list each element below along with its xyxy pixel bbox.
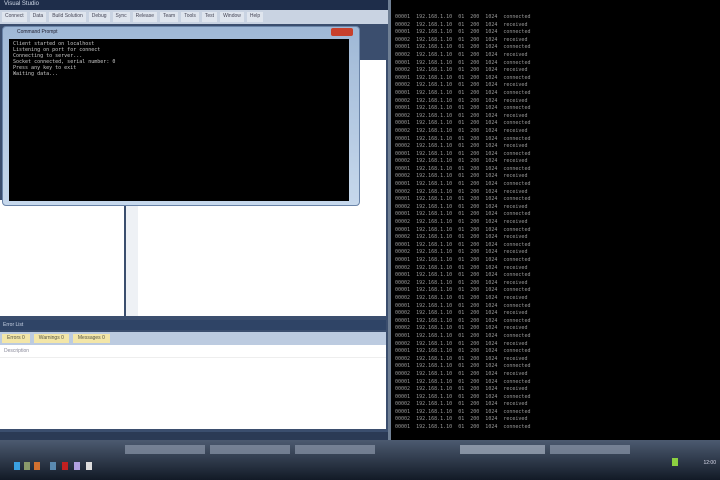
app-icon[interactable]	[24, 462, 30, 470]
console-row: 00001 192.168.1.10 01 200 1024 connected	[395, 272, 531, 279]
ide-title: Visual Studio	[0, 0, 388, 10]
console-row: 00001 192.168.1.10 01 200 1024 connected	[395, 241, 531, 248]
column-header[interactable]: Description	[0, 345, 386, 358]
menu-item[interactable]: Window	[220, 12, 244, 22]
console-row: 00001 192.168.1.10 01 200 1024 connected	[395, 14, 531, 20]
console-window: 00001 192.168.1.10 01 200 1024 connected…	[388, 0, 720, 440]
console-row: 00001 192.168.1.10 01 200 1024 connected	[395, 59, 531, 66]
tab-warnings[interactable]: Warnings 0	[33, 334, 69, 343]
console-row: 00001 192.168.1.10 01 200 1024 connected	[395, 211, 531, 218]
taskbar-app[interactable]	[295, 445, 375, 454]
console-row: 00002 192.168.1.10 01 200 1024 received	[395, 143, 528, 150]
taskbar-app[interactable]	[125, 445, 205, 454]
menu-item[interactable]: Data	[29, 12, 47, 22]
console-row: 00002 192.168.1.10 01 200 1024 received	[395, 294, 528, 301]
error-tabs: Errors 0 Warnings 0 Messages 0	[0, 332, 386, 345]
console-row: 00002 192.168.1.10 01 200 1024 received	[395, 370, 528, 377]
console-row: 00002 192.168.1.10 01 200 1024 received	[395, 21, 528, 28]
console-row: 00002 192.168.1.10 01 200 1024 received	[395, 355, 528, 362]
console-row: 00001 192.168.1.10 01 200 1024 connected	[395, 408, 531, 415]
console-row: 00002 192.168.1.10 01 200 1024 received	[395, 340, 528, 347]
taskbar-app[interactable]	[210, 445, 290, 454]
taskbar: 12:00	[0, 440, 720, 480]
console-row: 00002 192.168.1.10 01 200 1024 received	[395, 51, 528, 58]
console-row: 00001 192.168.1.10 01 200 1024 connected	[395, 393, 531, 400]
error-list: Description	[0, 345, 386, 429]
console-row: 00002 192.168.1.10 01 200 1024 received	[395, 310, 528, 317]
menu-item[interactable]: Tools	[181, 12, 199, 22]
console-row: 00002 192.168.1.10 01 200 1024 received	[395, 173, 528, 180]
cmd-line: Waiting data...	[13, 71, 59, 77]
output-header: Error List	[0, 320, 386, 330]
taskbar-app-active[interactable]	[460, 445, 545, 454]
app-icon[interactable]	[34, 462, 40, 470]
console-row: 00002 192.168.1.10 01 200 1024 received	[395, 36, 528, 43]
console-row: 00002 192.168.1.10 01 200 1024 received	[395, 67, 528, 74]
tab-messages[interactable]: Messages 0	[72, 334, 110, 343]
console-row: 00001 192.168.1.10 01 200 1024 connected	[395, 287, 531, 294]
console-row: 00001 192.168.1.10 01 200 1024 connected	[395, 226, 531, 233]
console-row: 00002 192.168.1.10 01 200 1024 received	[395, 386, 528, 393]
clock: 12:00	[703, 460, 716, 466]
console-row: 00002 192.168.1.10 01 200 1024 received	[395, 234, 528, 241]
app-icon[interactable]	[50, 462, 56, 470]
cmd-title: Command Prompt	[17, 29, 58, 35]
console-row: 00002 192.168.1.10 01 200 1024 received	[395, 82, 528, 89]
console-row: 00001 192.168.1.10 01 200 1024 connected	[395, 196, 531, 203]
cmd-output: Client started on localhost Listening on …	[9, 39, 349, 201]
close-button[interactable]	[331, 28, 353, 36]
app-icon[interactable]	[74, 462, 80, 470]
console-row: 00001 192.168.1.10 01 200 1024 connected	[395, 257, 531, 263]
console-row: 00001 192.168.1.10 01 200 1024 connected	[395, 165, 531, 172]
console-row: 00002 192.168.1.10 01 200 1024 received	[395, 264, 528, 271]
console-row: 00002 192.168.1.10 01 200 1024 received	[395, 279, 528, 286]
console-row: 00002 192.168.1.10 01 200 1024 received	[395, 203, 528, 210]
console-row: 00002 192.168.1.10 01 200 1024 received	[395, 401, 528, 408]
menu-bar: Connect Data Build Solution Debug Sync Releas…	[0, 10, 388, 24]
app-icon[interactable]	[86, 462, 92, 470]
menu-item[interactable]: Build Solution	[49, 12, 86, 22]
console-row: 00001 192.168.1.10 01 200 1024 connected	[395, 302, 531, 309]
menu-item[interactable]: Help	[246, 12, 264, 22]
command-prompt-window[interactable]: Command Prompt Client started on localho…	[2, 26, 360, 206]
solution-pane	[0, 200, 124, 316]
console-row: 00002 192.168.1.10 01 200 1024 received	[395, 188, 528, 195]
console-row: 00002 192.168.1.10 01 200 1024 received	[395, 158, 528, 165]
menu-item[interactable]: Test	[201, 12, 218, 22]
console-row: 00001 192.168.1.10 01 200 1024 connected	[395, 181, 531, 188]
console-row: 00001 192.168.1.10 01 200 1024 connected	[395, 89, 531, 96]
console-row: 00002 192.168.1.10 01 200 1024 received	[395, 416, 528, 423]
console-row: 00001 192.168.1.10 01 200 1024 connected	[395, 105, 531, 112]
console-row: 00001 192.168.1.10 01 200 1024 connected	[395, 44, 531, 51]
console-row: 00001 192.168.1.10 01 200 1024 connected	[395, 29, 531, 36]
menu-item[interactable]: Team	[159, 12, 179, 22]
taskbar-app[interactable]	[550, 445, 630, 454]
menu-item[interactable]: Release	[132, 12, 157, 22]
console-row: 00001 192.168.1.10 01 200 1024 connected	[395, 74, 531, 81]
menu-item[interactable]: Connect	[2, 12, 27, 22]
console-row: 00001 192.168.1.10 01 200 1024 connected	[395, 317, 531, 324]
console-row: 00001 192.168.1.10 01 200 1024 connected	[395, 348, 531, 355]
console-row: 00001 192.168.1.10 01 200 1024 connected	[395, 150, 531, 157]
app-icon[interactable]	[14, 462, 20, 470]
console-row: 00002 192.168.1.10 01 200 1024 received	[395, 219, 528, 226]
tray-icon[interactable]	[672, 458, 678, 466]
console-row: 00002 192.168.1.10 01 200 1024 received	[395, 249, 528, 256]
tab-errors[interactable]: Errors 0	[2, 334, 30, 343]
console-row: 00001 192.168.1.10 01 200 1024 connected	[395, 332, 531, 339]
console-row: 00001 192.168.1.10 01 200 1024 connected	[395, 120, 531, 127]
console-row: 00002 192.168.1.10 01 200 1024 received	[395, 127, 528, 134]
console-row: 00002 192.168.1.10 01 200 1024 received	[395, 112, 528, 119]
console-row: 00001 192.168.1.10 01 200 1024 connected	[395, 378, 531, 385]
app-icon[interactable]	[62, 462, 68, 470]
console-row: 00002 192.168.1.10 01 200 1024 received	[395, 325, 528, 332]
menu-item[interactable]: Debug	[88, 12, 110, 22]
menu-item[interactable]: Sync	[112, 12, 130, 22]
console-row: 00001 192.168.1.10 01 200 1024 connected	[395, 363, 531, 370]
console-row: 00002 192.168.1.10 01 200 1024 received	[395, 97, 528, 104]
console-row: 00001 192.168.1.10 01 200 1024 connected	[395, 424, 531, 431]
console-row: 00001 192.168.1.10 01 200 1024 connected	[395, 135, 531, 142]
